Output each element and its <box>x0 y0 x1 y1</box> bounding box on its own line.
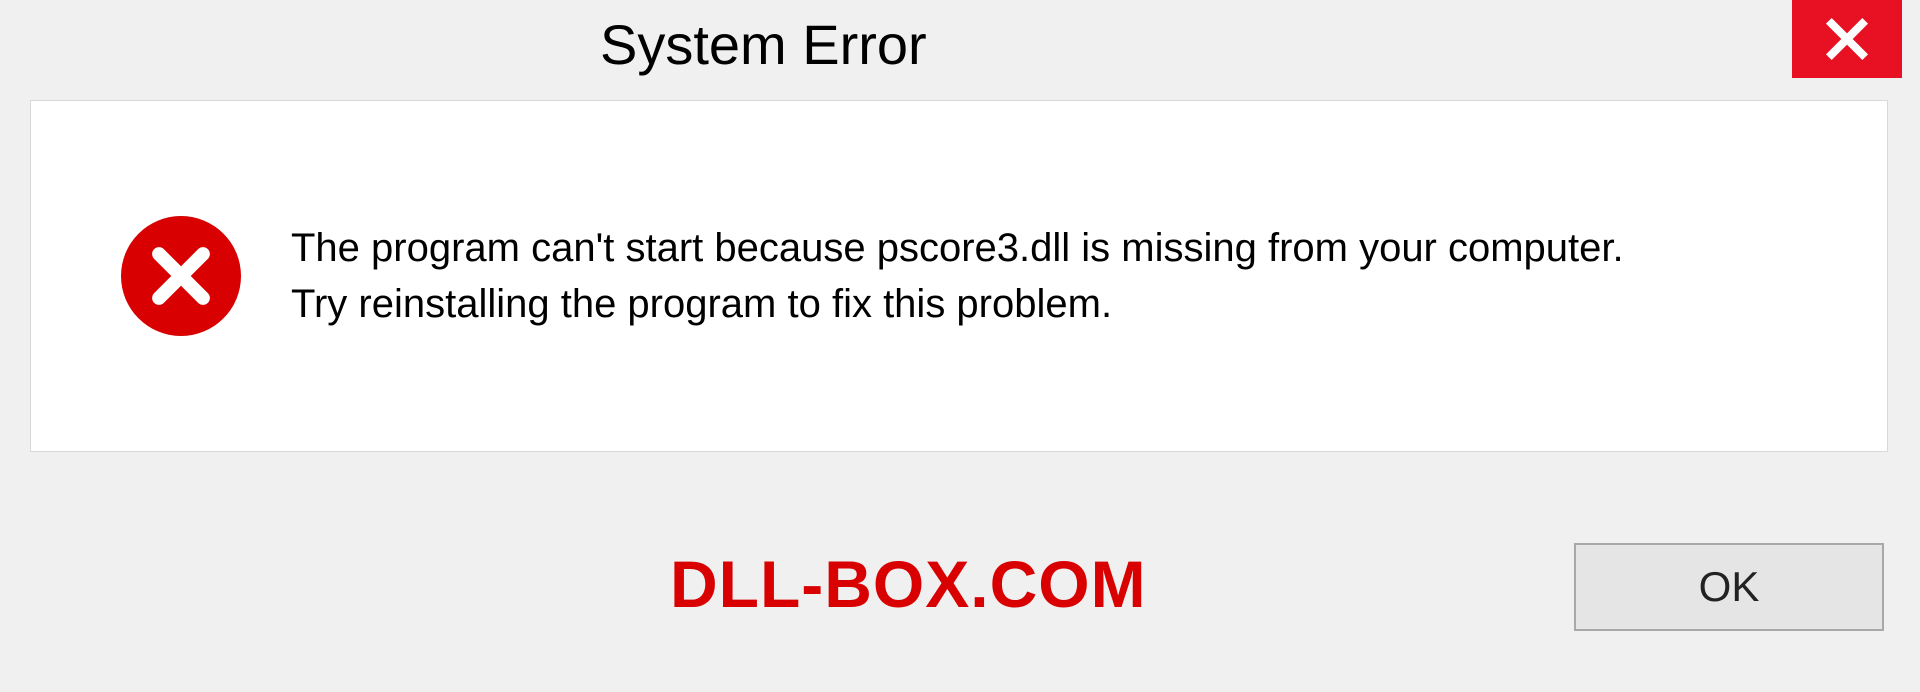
error-message-line1: The program can't start because pscore3.… <box>291 220 1624 276</box>
error-icon <box>121 216 241 336</box>
ok-button-label: OK <box>1699 563 1760 611</box>
error-message: The program can't start because pscore3.… <box>291 220 1624 332</box>
content-panel: The program can't start because pscore3.… <box>30 100 1888 452</box>
dialog-title: System Error <box>600 12 927 77</box>
close-icon <box>1824 16 1870 62</box>
error-message-line2: Try reinstalling the program to fix this… <box>291 276 1624 332</box>
titlebar: System Error <box>0 0 1920 96</box>
close-button[interactable] <box>1792 0 1902 78</box>
footer: DLL-BOX.COM OK <box>30 452 1890 662</box>
watermark-text: DLL-BOX.COM <box>670 546 1147 622</box>
ok-button[interactable]: OK <box>1574 543 1884 631</box>
